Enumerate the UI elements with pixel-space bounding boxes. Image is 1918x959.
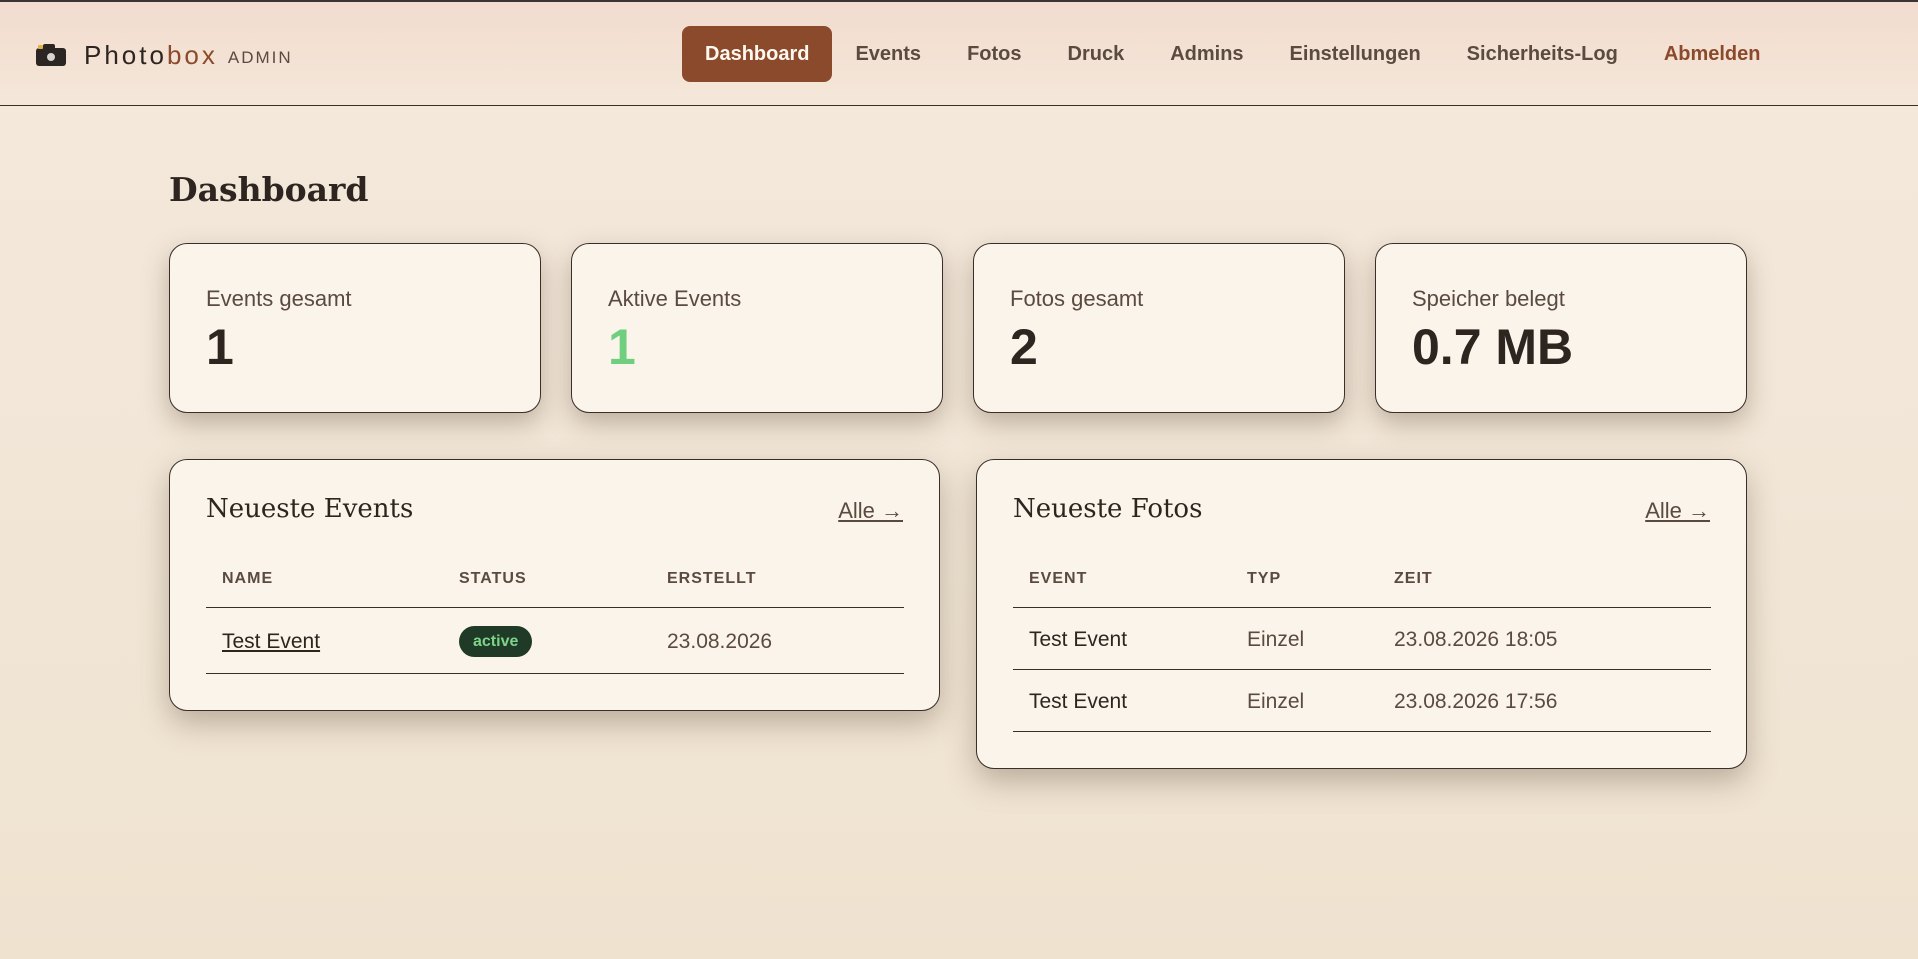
logout-button[interactable]: Abmelden xyxy=(1641,26,1784,82)
column-header-event: EVENT xyxy=(1029,570,1088,587)
table-divider xyxy=(206,607,904,608)
all-photos-link[interactable]: Alle → xyxy=(1645,498,1710,524)
nav-admins[interactable]: Admins xyxy=(1147,26,1266,82)
nav-dashboard[interactable]: Dashboard xyxy=(682,26,833,82)
photo-type: Einzel xyxy=(1247,690,1305,713)
table-divider xyxy=(1013,607,1711,608)
column-header-created: ERSTELLT xyxy=(667,570,757,587)
brand-admin-label: ADMIN xyxy=(227,48,293,67)
stat-label: Speicher belegt xyxy=(1412,286,1565,311)
panel-title: Neueste Fotos xyxy=(1013,494,1203,524)
stat-value: 0.7 MB xyxy=(1412,319,1574,375)
photo-event: Test Event xyxy=(1029,690,1128,713)
top-navbar: Photobox ADMIN Dashboard Events Fotos Dr… xyxy=(0,2,1918,106)
column-header-name: NAME xyxy=(222,570,274,587)
status-badge: active xyxy=(459,626,533,657)
column-header-status: STATUS xyxy=(459,570,527,587)
stat-label: Fotos gesamt xyxy=(1010,286,1144,311)
event-name-link[interactable]: Test Event xyxy=(222,630,320,654)
table-divider xyxy=(206,673,904,674)
stat-label: Events gesamt xyxy=(206,286,352,311)
nav-fotos[interactable]: Fotos xyxy=(944,26,1044,82)
stat-value: 1 xyxy=(206,319,234,375)
photo-time: 23.08.2026 17:56 xyxy=(1394,690,1558,713)
stat-card-events-total: Events gesamt 1 xyxy=(169,243,541,413)
page-title: Dashboard xyxy=(169,170,369,209)
stat-card-active-events: Aktive Events 1 xyxy=(571,243,943,413)
column-header-time: ZEIT xyxy=(1394,570,1433,587)
main-nav: Dashboard Events Fotos Druck Admins Eins… xyxy=(682,26,1784,82)
photo-event: Test Event xyxy=(1029,628,1128,651)
nav-events[interactable]: Events xyxy=(832,26,944,82)
all-events-link[interactable]: Alle → xyxy=(838,498,903,524)
column-header-type: TYP xyxy=(1247,570,1282,587)
recent-events-panel: Neueste Events Alle → NAME STATUS ERSTEL… xyxy=(169,459,940,711)
nav-sicherheits-log[interactable]: Sicherheits-Log xyxy=(1444,26,1641,82)
nav-druck[interactable]: Druck xyxy=(1045,26,1148,82)
stat-value: 1 xyxy=(608,319,636,375)
panel-title: Neueste Events xyxy=(206,494,414,524)
stat-card-storage: Speicher belegt 0.7 MB xyxy=(1375,243,1747,413)
recent-photos-panel: Neueste Fotos Alle → EVENT TYP ZEIT Test… xyxy=(976,459,1747,769)
table-divider xyxy=(1013,731,1711,732)
stat-card-photos-total: Fotos gesamt 2 xyxy=(973,243,1345,413)
brand-logo[interactable]: Photobox ADMIN xyxy=(36,40,293,70)
camera-icon xyxy=(36,44,66,66)
nav-einstellungen[interactable]: Einstellungen xyxy=(1267,26,1444,82)
brand-name: Photobox xyxy=(84,39,218,70)
created-date: 23.08.2026 xyxy=(667,630,773,653)
table-divider xyxy=(1013,669,1711,670)
stat-value: 2 xyxy=(1010,319,1038,375)
photo-time: 23.08.2026 18:05 xyxy=(1394,628,1558,651)
photo-type: Einzel xyxy=(1247,628,1305,651)
stat-label: Aktive Events xyxy=(608,286,742,311)
